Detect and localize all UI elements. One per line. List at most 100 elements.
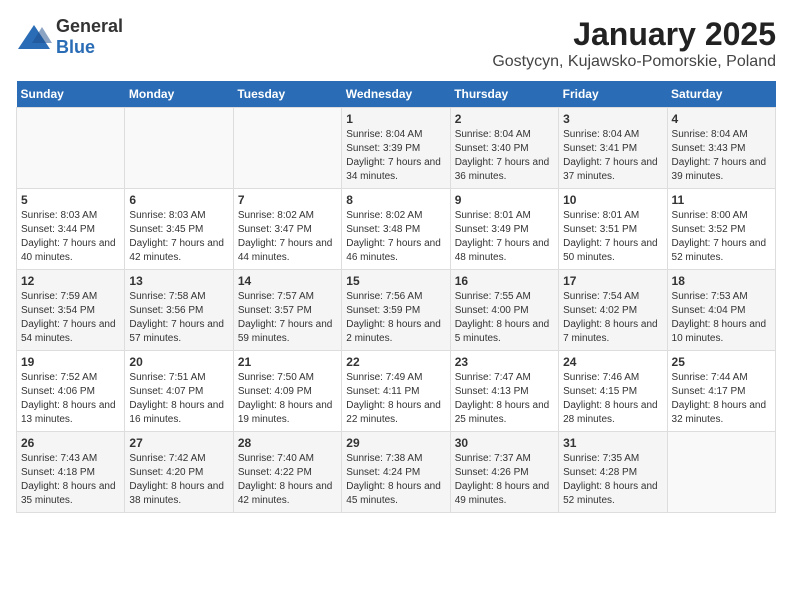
day-info: Sunrise: 7:40 AMSunset: 4:22 PMDaylight:… bbox=[238, 452, 337, 508]
calendar-cell: 19 Sunrise: 7:52 AMSunset: 4:06 PMDayligh… bbox=[17, 351, 125, 432]
day-number: 24 bbox=[563, 355, 662, 369]
day-info: Sunrise: 7:42 AMSunset: 4:20 PMDaylight:… bbox=[129, 452, 228, 508]
calendar-cell: 16 Sunrise: 7:55 AMSunset: 4:00 PMDayligh… bbox=[450, 270, 558, 351]
day-number: 8 bbox=[346, 193, 445, 207]
day-info: Sunrise: 8:03 AMSunset: 3:44 PMDaylight:… bbox=[21, 209, 120, 265]
day-number: 25 bbox=[672, 355, 771, 369]
logo-icon bbox=[16, 23, 52, 51]
calendar-cell bbox=[667, 432, 775, 513]
day-info: Sunrise: 7:50 AMSunset: 4:09 PMDaylight:… bbox=[238, 371, 337, 427]
calendar-cell: 1 Sunrise: 8:04 AMSunset: 3:39 PMDaylight… bbox=[342, 108, 450, 189]
day-info: Sunrise: 7:53 AMSunset: 4:04 PMDaylight:… bbox=[672, 290, 771, 346]
day-info: Sunrise: 8:02 AMSunset: 3:48 PMDaylight:… bbox=[346, 209, 445, 265]
day-info: Sunrise: 8:04 AMSunset: 3:39 PMDaylight:… bbox=[346, 128, 445, 184]
day-info: Sunrise: 8:00 AMSunset: 3:52 PMDaylight:… bbox=[672, 209, 771, 265]
col-tuesday: Tuesday bbox=[233, 81, 341, 108]
calendar-cell: 8 Sunrise: 8:02 AMSunset: 3:48 PMDaylight… bbox=[342, 189, 450, 270]
day-info: Sunrise: 7:51 AMSunset: 4:07 PMDaylight:… bbox=[129, 371, 228, 427]
day-number: 19 bbox=[21, 355, 120, 369]
calendar-cell: 18 Sunrise: 7:53 AMSunset: 4:04 PMDayligh… bbox=[667, 270, 775, 351]
day-info: Sunrise: 7:43 AMSunset: 4:18 PMDaylight:… bbox=[21, 452, 120, 508]
day-info: Sunrise: 7:55 AMSunset: 4:00 PMDaylight:… bbox=[455, 290, 554, 346]
day-number: 29 bbox=[346, 436, 445, 450]
calendar-cell: 27 Sunrise: 7:42 AMSunset: 4:20 PMDayligh… bbox=[125, 432, 233, 513]
calendar-cell: 28 Sunrise: 7:40 AMSunset: 4:22 PMDayligh… bbox=[233, 432, 341, 513]
calendar-cell: 23Sunrise: 7:47 AMSunset: 4:13 PMDayligh… bbox=[450, 351, 558, 432]
day-number: 5 bbox=[21, 193, 120, 207]
calendar-cell bbox=[125, 108, 233, 189]
col-friday: Friday bbox=[559, 81, 667, 108]
day-number: 1 bbox=[346, 112, 445, 126]
logo: General Blue bbox=[16, 16, 123, 58]
day-info: Sunrise: 7:37 AMSunset: 4:26 PMDaylight:… bbox=[455, 452, 554, 508]
day-info: Sunrise: 7:59 AMSunset: 3:54 PMDaylight:… bbox=[21, 290, 120, 346]
day-number: 18 bbox=[672, 274, 771, 288]
day-info: Sunrise: 7:46 AMSunset: 4:15 PMDaylight:… bbox=[563, 371, 662, 427]
header: General Blue January 2025 Gostycyn, Kuja… bbox=[16, 16, 776, 71]
day-number: 27 bbox=[129, 436, 228, 450]
calendar-cell: 13 Sunrise: 7:58 AMSunset: 3:56 PMDayligh… bbox=[125, 270, 233, 351]
logo-general-text: General bbox=[56, 16, 123, 36]
day-number: 13 bbox=[129, 274, 228, 288]
calendar-cell: 17Sunrise: 7:54 AMSunset: 4:02 PMDayligh… bbox=[559, 270, 667, 351]
day-info: Sunrise: 7:49 AMSunset: 4:11 PMDaylight:… bbox=[346, 371, 445, 427]
day-number: 17 bbox=[563, 274, 662, 288]
day-number: 16 bbox=[455, 274, 554, 288]
col-thursday: Thursday bbox=[450, 81, 558, 108]
day-number: 3 bbox=[563, 112, 662, 126]
day-info: Sunrise: 8:02 AMSunset: 3:47 PMDaylight:… bbox=[238, 209, 337, 265]
day-info: Sunrise: 7:52 AMSunset: 4:06 PMDaylight:… bbox=[21, 371, 120, 427]
day-number: 20 bbox=[129, 355, 228, 369]
calendar-cell: 9Sunrise: 8:01 AMSunset: 3:49 PMDaylight… bbox=[450, 189, 558, 270]
calendar-week-row: 12 Sunrise: 7:59 AMSunset: 3:54 PMDayligh… bbox=[17, 270, 776, 351]
day-info: Sunrise: 8:04 AMSunset: 3:43 PMDaylight:… bbox=[672, 128, 771, 184]
calendar-table: Sunday Monday Tuesday Wednesday Thursday… bbox=[16, 81, 776, 513]
calendar-cell: 30 Sunrise: 7:37 AMSunset: 4:26 PMDayligh… bbox=[450, 432, 558, 513]
logo-blue-text: Blue bbox=[56, 37, 95, 57]
col-monday: Monday bbox=[125, 81, 233, 108]
calendar-cell: 20 Sunrise: 7:51 AMSunset: 4:07 PMDayligh… bbox=[125, 351, 233, 432]
day-number: 11 bbox=[672, 193, 771, 207]
day-number: 9 bbox=[455, 193, 554, 207]
calendar-cell: 7 Sunrise: 8:02 AMSunset: 3:47 PMDaylight… bbox=[233, 189, 341, 270]
calendar-week-row: 5 Sunrise: 8:03 AMSunset: 3:44 PMDaylight… bbox=[17, 189, 776, 270]
day-number: 26 bbox=[21, 436, 120, 450]
calendar-cell: 24 Sunrise: 7:46 AMSunset: 4:15 PMDayligh… bbox=[559, 351, 667, 432]
calendar-cell: 3 Sunrise: 8:04 AMSunset: 3:41 PMDaylight… bbox=[559, 108, 667, 189]
day-info: Sunrise: 8:04 AMSunset: 3:40 PMDaylight:… bbox=[455, 128, 554, 184]
calendar-cell bbox=[233, 108, 341, 189]
calendar-header-row: Sunday Monday Tuesday Wednesday Thursday… bbox=[17, 81, 776, 108]
day-number: 10 bbox=[563, 193, 662, 207]
calendar-cell: 10Sunrise: 8:01 AMSunset: 3:51 PMDayligh… bbox=[559, 189, 667, 270]
day-number: 12 bbox=[21, 274, 120, 288]
calendar-cell: 2 Sunrise: 8:04 AMSunset: 3:40 PMDaylight… bbox=[450, 108, 558, 189]
day-info: Sunrise: 8:04 AMSunset: 3:41 PMDaylight:… bbox=[563, 128, 662, 184]
calendar-cell: 26 Sunrise: 7:43 AMSunset: 4:18 PMDayligh… bbox=[17, 432, 125, 513]
day-info: Sunrise: 7:58 AMSunset: 3:56 PMDaylight:… bbox=[129, 290, 228, 346]
day-info: Sunrise: 7:35 AMSunset: 4:28 PMDaylight:… bbox=[563, 452, 662, 508]
day-number: 2 bbox=[455, 112, 554, 126]
day-number: 30 bbox=[455, 436, 554, 450]
day-number: 7 bbox=[238, 193, 337, 207]
day-number: 15 bbox=[346, 274, 445, 288]
day-number: 14 bbox=[238, 274, 337, 288]
calendar-week-row: 26 Sunrise: 7:43 AMSunset: 4:18 PMDayligh… bbox=[17, 432, 776, 513]
day-number: 22 bbox=[346, 355, 445, 369]
calendar-cell: 21 Sunrise: 7:50 AMSunset: 4:09 PMDayligh… bbox=[233, 351, 341, 432]
calendar-cell: 29Sunrise: 7:38 AMSunset: 4:24 PMDayligh… bbox=[342, 432, 450, 513]
day-number: 31 bbox=[563, 436, 662, 450]
calendar-cell: 12 Sunrise: 7:59 AMSunset: 3:54 PMDayligh… bbox=[17, 270, 125, 351]
day-number: 6 bbox=[129, 193, 228, 207]
calendar-cell: 22 Sunrise: 7:49 AMSunset: 4:11 PMDayligh… bbox=[342, 351, 450, 432]
day-number: 23 bbox=[455, 355, 554, 369]
day-number: 21 bbox=[238, 355, 337, 369]
calendar-cell: 6Sunrise: 8:03 AMSunset: 3:45 PMDaylight… bbox=[125, 189, 233, 270]
day-number: 28 bbox=[238, 436, 337, 450]
calendar-cell: 4Sunrise: 8:04 AMSunset: 3:43 PMDaylight… bbox=[667, 108, 775, 189]
calendar-cell bbox=[17, 108, 125, 189]
calendar-cell: 14 Sunrise: 7:57 AMSunset: 3:57 PMDayligh… bbox=[233, 270, 341, 351]
calendar-week-row: 19 Sunrise: 7:52 AMSunset: 4:06 PMDayligh… bbox=[17, 351, 776, 432]
calendar-week-row: 1 Sunrise: 8:04 AMSunset: 3:39 PMDaylight… bbox=[17, 108, 776, 189]
col-wednesday: Wednesday bbox=[342, 81, 450, 108]
day-info: Sunrise: 7:57 AMSunset: 3:57 PMDaylight:… bbox=[238, 290, 337, 346]
